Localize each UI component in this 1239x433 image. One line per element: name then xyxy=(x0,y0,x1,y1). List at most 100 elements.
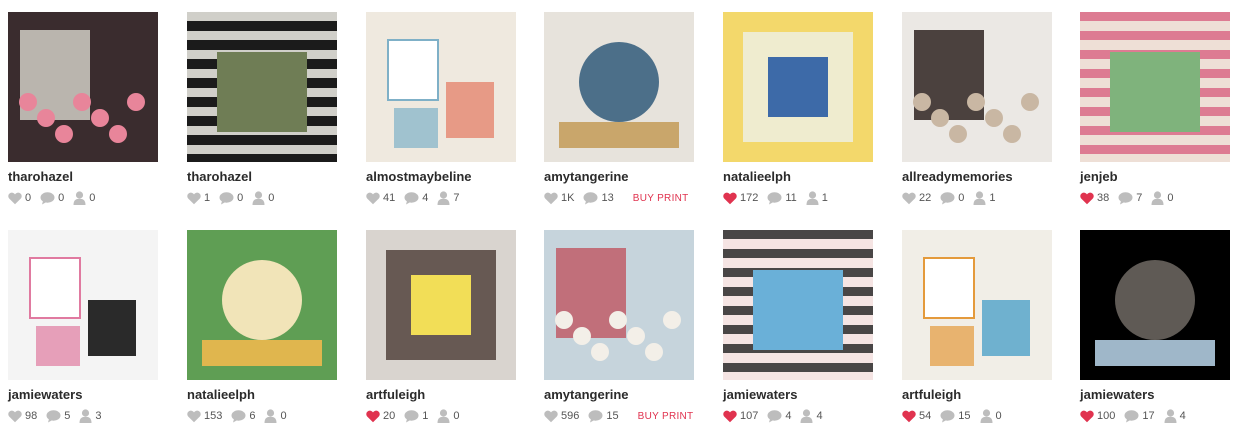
comments-stat[interactable]: 15 xyxy=(940,409,971,423)
post-thumbnail[interactable] xyxy=(902,230,1052,380)
user-icon xyxy=(806,191,822,205)
comments-stat[interactable]: 4 xyxy=(767,409,791,423)
likes-stat[interactable]: 38 xyxy=(1080,192,1109,205)
post-stats: 41 4 7 xyxy=(366,190,518,206)
post-thumbnail[interactable] xyxy=(723,12,873,162)
post-thumbnail[interactable] xyxy=(1080,230,1230,380)
post-card: natalieelph 172 11 1 xyxy=(723,12,875,206)
followers-stat[interactable]: 4 xyxy=(1164,409,1186,423)
followers-stat[interactable]: 0 xyxy=(1151,191,1174,205)
comments-stat[interactable]: 0 xyxy=(40,191,64,205)
followers-stat[interactable]: 0 xyxy=(980,409,1002,423)
username-link[interactable]: tharohazel xyxy=(187,169,339,185)
likes-stat[interactable]: 98 xyxy=(8,410,37,423)
post-thumbnail[interactable] xyxy=(8,230,158,380)
followers-stat[interactable]: 1 xyxy=(806,191,828,205)
heart-icon xyxy=(544,192,561,205)
followers-stat[interactable]: 7 xyxy=(437,191,460,205)
post-thumbnail[interactable] xyxy=(187,230,337,380)
comments-stat[interactable]: 0 xyxy=(219,191,243,205)
likes-stat[interactable]: 172 xyxy=(723,192,758,205)
username-link[interactable]: allreadymemories xyxy=(902,169,1054,185)
likes-stat[interactable]: 107 xyxy=(723,410,758,423)
comments-stat-count: 1 xyxy=(422,410,429,422)
comment-bubble-icon xyxy=(767,409,785,423)
comments-stat[interactable]: 7 xyxy=(1118,191,1142,205)
likes-stat[interactable]: 100 xyxy=(1080,410,1115,423)
post-card: artfuleigh 54 15 0 xyxy=(902,230,1054,424)
comments-stat[interactable]: 15 xyxy=(588,409,619,423)
likes-stat-count: 1K xyxy=(561,192,575,204)
followers-stat-count: 0 xyxy=(1167,192,1174,204)
likes-stat-count: 98 xyxy=(25,410,38,422)
comments-stat[interactable]: 11 xyxy=(767,191,797,205)
likes-stat[interactable]: 54 xyxy=(902,410,931,423)
post-stats: 100 17 4 xyxy=(1080,408,1232,424)
post-thumbnail[interactable] xyxy=(544,230,694,380)
post-stats: 54 15 0 xyxy=(902,408,1054,424)
followers-stat[interactable]: 4 xyxy=(800,409,823,423)
followers-stat[interactable]: 3 xyxy=(79,409,102,423)
heart-icon xyxy=(366,192,383,205)
post-thumbnail[interactable] xyxy=(544,12,694,162)
username-link[interactable]: jamiewaters xyxy=(8,387,160,403)
username-link[interactable]: jenjeb xyxy=(1080,169,1232,185)
heart-icon xyxy=(1080,192,1097,205)
likes-stat[interactable]: 1K xyxy=(544,192,574,205)
user-icon xyxy=(252,191,268,205)
comments-stat[interactable]: 1 xyxy=(404,409,429,423)
post-stats: 107 4 4 xyxy=(723,408,875,424)
comments-stat[interactable]: 0 xyxy=(940,191,965,205)
comments-stat[interactable]: 6 xyxy=(231,409,255,423)
username-link[interactable]: almostmaybeline xyxy=(366,169,518,185)
username-link[interactable]: amytangerine xyxy=(544,169,696,185)
likes-stat[interactable]: 0 xyxy=(8,192,31,205)
followers-stat-count: 0 xyxy=(453,410,460,422)
post-thumbnail[interactable] xyxy=(366,12,516,162)
followers-stat[interactable]: 0 xyxy=(252,191,274,205)
followers-stat[interactable]: 0 xyxy=(264,409,287,423)
comments-stat[interactable]: 17 xyxy=(1124,409,1155,423)
username-link[interactable]: artfuleigh xyxy=(366,387,518,403)
username-link[interactable]: natalieelph xyxy=(723,169,875,185)
comment-bubble-icon xyxy=(583,191,601,205)
comment-bubble-icon xyxy=(940,409,958,423)
comments-stat[interactable]: 4 xyxy=(404,191,428,205)
comments-stat[interactable]: 13 xyxy=(583,191,614,205)
post-thumbnail[interactable] xyxy=(366,230,516,380)
post-thumbnail[interactable] xyxy=(187,12,337,162)
comment-bubble-icon xyxy=(231,409,249,423)
username-link[interactable]: amytangerine xyxy=(544,387,696,403)
post-thumbnail[interactable] xyxy=(902,12,1052,162)
followers-stat[interactable]: 0 xyxy=(73,191,95,205)
comments-stat-count: 15 xyxy=(958,410,971,422)
comments-stat[interactable]: 5 xyxy=(46,409,70,423)
username-link[interactable]: tharohazel xyxy=(8,169,160,185)
post-thumbnail[interactable] xyxy=(8,12,158,162)
comments-stat-count: 0 xyxy=(958,192,965,204)
likes-stat[interactable]: 41 xyxy=(366,192,395,205)
username-link[interactable]: natalieelph xyxy=(187,387,339,403)
followers-stat[interactable]: 0 xyxy=(437,409,460,423)
likes-stat[interactable]: 20 xyxy=(366,410,395,423)
user-icon xyxy=(73,191,89,205)
username-link[interactable]: jamiewaters xyxy=(1080,387,1232,403)
likes-stat[interactable]: 1 xyxy=(187,192,210,205)
heart-icon xyxy=(1080,410,1097,423)
likes-stat-count: 41 xyxy=(383,192,396,204)
buy-print-link[interactable]: BUY PRINT xyxy=(633,193,689,204)
followers-stat[interactable]: 1 xyxy=(973,191,996,205)
user-icon xyxy=(1151,191,1167,205)
likes-stat-count: 172 xyxy=(740,192,759,204)
followers-stat-count: 7 xyxy=(453,192,460,204)
likes-stat[interactable]: 22 xyxy=(902,192,931,205)
likes-stat[interactable]: 596 xyxy=(544,410,579,423)
username-link[interactable]: jamiewaters xyxy=(723,387,875,403)
buy-print-link[interactable]: BUY PRINT xyxy=(638,411,694,422)
username-link[interactable]: artfuleigh xyxy=(902,387,1054,403)
post-thumbnail[interactable] xyxy=(723,230,873,380)
likes-stat[interactable]: 153 xyxy=(187,410,222,423)
post-card: jamiewaters 107 4 4 xyxy=(723,230,875,424)
likes-stat-count: 100 xyxy=(1097,410,1116,422)
post-thumbnail[interactable] xyxy=(1080,12,1230,162)
